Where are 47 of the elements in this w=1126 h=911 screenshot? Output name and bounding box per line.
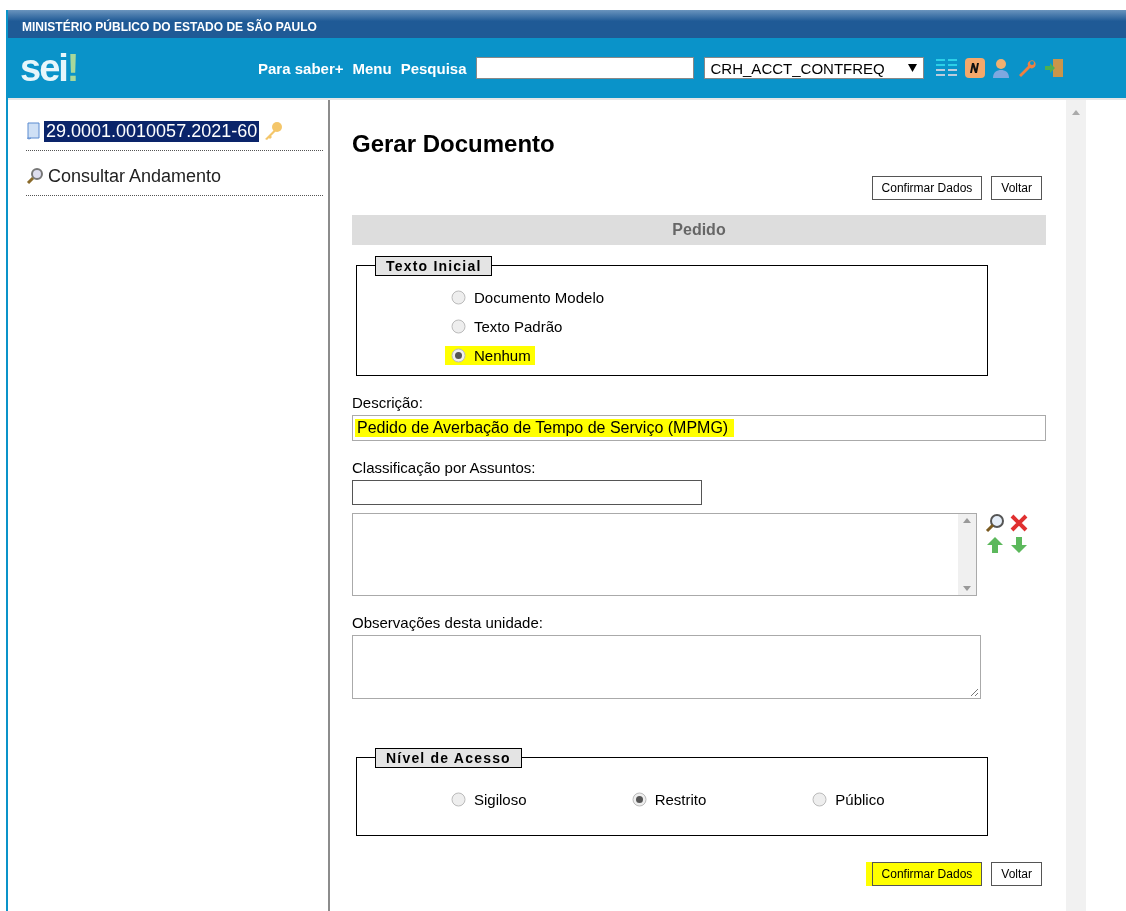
confirm-button[interactable]: Confirmar Dados: [871, 176, 983, 200]
search-icon: [26, 167, 44, 185]
logo: sei!: [20, 49, 79, 87]
subject-field[interactable]: [352, 480, 702, 505]
search-icon[interactable]: [985, 513, 1005, 533]
list-icon[interactable]: [935, 59, 958, 77]
resize-grip-icon[interactable]: [969, 687, 979, 697]
field-label: Classificação por Assuntos:: [352, 459, 537, 476]
radio-button[interactable]: [812, 792, 828, 807]
fieldset-legend: Nível de Acesso: [375, 748, 522, 768]
back-button[interactable]: Voltar: [991, 176, 1042, 200]
radio-label: Sigiloso: [474, 791, 527, 808]
search-field[interactable]: [475, 57, 694, 79]
scrollbar[interactable]: [1066, 100, 1086, 911]
radio-label: Restrito: [654, 791, 707, 808]
caret-icon: [907, 64, 917, 72]
process-number[interactable]: 29.0001.0010057.2021-60: [44, 120, 260, 142]
close-icon[interactable]: [1009, 513, 1029, 533]
back-button[interactable]: Voltar: [991, 862, 1042, 886]
key-icon: [263, 121, 284, 141]
radio-button[interactable]: [451, 319, 466, 334]
description-field[interactable]: Pedido de Averbação de Tempo de Serviço (MPMG): [352, 415, 1046, 441]
radio-button[interactable]: [451, 290, 466, 305]
scroll-down-icon[interactable]: [963, 586, 971, 591]
section-header: Pedido: [352, 215, 1046, 245]
radio-button[interactable]: [631, 792, 647, 807]
unit-dropdown[interactable]: CRH_ACCT_CONTFREQ: [703, 57, 924, 79]
sidebar-item[interactable]: Consultar Andamento: [48, 165, 222, 187]
scroll-up-icon[interactable]: [1072, 110, 1080, 115]
field-label: Observações desta unidade:: [352, 614, 544, 631]
radio-button[interactable]: [451, 348, 466, 363]
radio-label: Nenhum: [474, 347, 531, 364]
notes-field[interactable]: [352, 635, 981, 699]
document-icon: [26, 122, 40, 140]
notes-icon[interactable]: [964, 58, 985, 78]
exit-door-icon[interactable]: [1043, 58, 1064, 78]
radio-label: Documento Modelo: [474, 289, 605, 306]
scroll-up-icon[interactable]: [963, 518, 971, 523]
fieldset-legend: Texto Inicial: [375, 256, 493, 276]
field-label: Descrição:: [352, 394, 424, 411]
radio-label: Público: [835, 791, 885, 808]
page-title: Gerar Documento: [352, 130, 556, 158]
radio-label: Texto Padrão: [474, 318, 563, 335]
organization-banner: MINISTÉRIO PÚBLICO DO ESTADO DE SÃO PAULO: [8, 10, 1126, 38]
user-icon[interactable]: [991, 58, 1010, 78]
radio-button[interactable]: [451, 792, 466, 807]
subject-list[interactable]: [352, 513, 977, 596]
